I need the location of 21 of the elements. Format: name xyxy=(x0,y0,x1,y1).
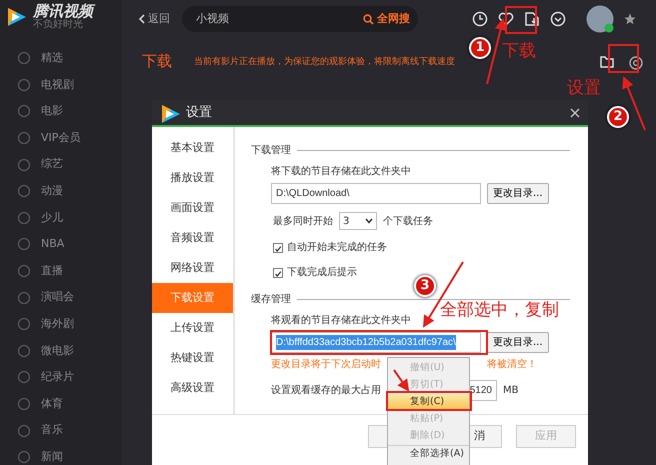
dialog-title: 设置 xyxy=(186,104,213,122)
unit-label: MB xyxy=(503,384,518,398)
step-number: 2 xyxy=(607,106,629,128)
folder-label: 将观看的节目存储在此文件夹中 xyxy=(271,314,411,328)
logo-text: 腾讯视频 xyxy=(33,4,93,19)
annotation-text: 下载 xyxy=(502,43,536,60)
warning-text: 将被清空！ xyxy=(487,358,537,372)
warning-text: 更改目录将于下次启动时 xyxy=(271,358,381,372)
step-number: 1 xyxy=(469,37,491,59)
notice-text: 当前有影片正在播放，为保证您的观影体验，将限制离线下载速度 xyxy=(194,56,455,68)
section-heading: 缓存管理 xyxy=(251,292,291,307)
annotation-text: 全部选中，复制 xyxy=(440,302,559,319)
field-label: 个下载任务 xyxy=(383,214,433,228)
field-label: 设置观看缓存的最大占用 xyxy=(271,384,381,398)
annotation-text: 设置 xyxy=(567,80,601,97)
logo-tagline: 不负好时光 xyxy=(33,19,84,30)
folder-label: 将下载的节目存储在此文件夹中 xyxy=(271,164,411,179)
field-label: 最多同时开始 xyxy=(273,214,333,228)
checkbox-label: 下载完成后提示 xyxy=(287,266,357,280)
section-heading: 下载管理 xyxy=(251,144,291,158)
checkbox-label: 自动开始未完成的任务 xyxy=(287,240,387,255)
